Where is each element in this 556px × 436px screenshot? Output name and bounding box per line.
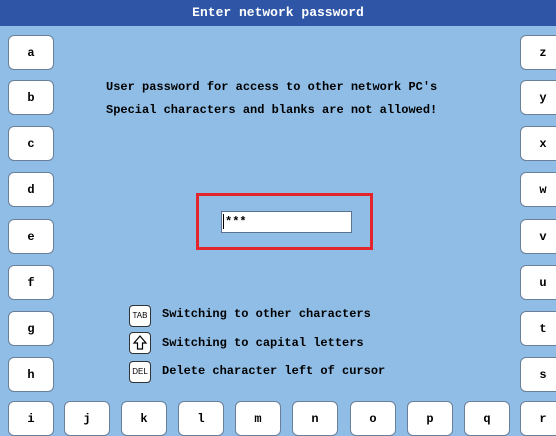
shift-arrow-icon — [129, 332, 151, 354]
text-cursor — [223, 214, 224, 230]
key-k[interactable]: k — [121, 401, 167, 436]
key-v[interactable]: v — [520, 219, 556, 254]
key-f[interactable]: f — [8, 265, 54, 300]
info-message-restriction: Special characters and blanks are not al… — [106, 103, 438, 117]
key-m[interactable]: m — [235, 401, 281, 436]
key-g[interactable]: g — [8, 311, 54, 346]
key-j[interactable]: j — [64, 401, 110, 436]
key-w[interactable]: w — [520, 172, 556, 207]
key-r[interactable]: r — [520, 401, 556, 436]
key-y[interactable]: y — [520, 80, 556, 115]
info-message-access: User password for access to other networ… — [106, 80, 438, 94]
key-o[interactable]: o — [350, 401, 396, 436]
password-value: *** — [225, 215, 247, 229]
key-s[interactable]: s — [520, 357, 556, 392]
key-u[interactable]: u — [520, 265, 556, 300]
key-p[interactable]: p — [407, 401, 453, 436]
key-n[interactable]: n — [292, 401, 338, 436]
del-key-icon: DEL — [129, 361, 151, 383]
hint-del: Delete character left of cursor — [162, 364, 386, 378]
hint-shift: Switching to capital letters — [162, 336, 364, 350]
key-e[interactable]: e — [8, 219, 54, 254]
window-title: Enter network password — [0, 0, 556, 26]
key-d[interactable]: d — [8, 172, 54, 207]
key-x[interactable]: x — [520, 126, 556, 161]
tab-key-icon: TAB — [129, 305, 151, 327]
key-h[interactable]: h — [8, 357, 54, 392]
key-i[interactable]: i — [8, 401, 54, 436]
password-input[interactable]: *** — [221, 211, 352, 233]
key-b[interactable]: b — [8, 80, 54, 115]
key-c[interactable]: c — [8, 126, 54, 161]
key-t[interactable]: t — [520, 311, 556, 346]
hint-tab: Switching to other characters — [162, 307, 371, 321]
key-q[interactable]: q — [464, 401, 510, 436]
key-a[interactable]: a — [8, 35, 54, 70]
key-l[interactable]: l — [178, 401, 224, 436]
key-z[interactable]: z — [520, 35, 556, 70]
